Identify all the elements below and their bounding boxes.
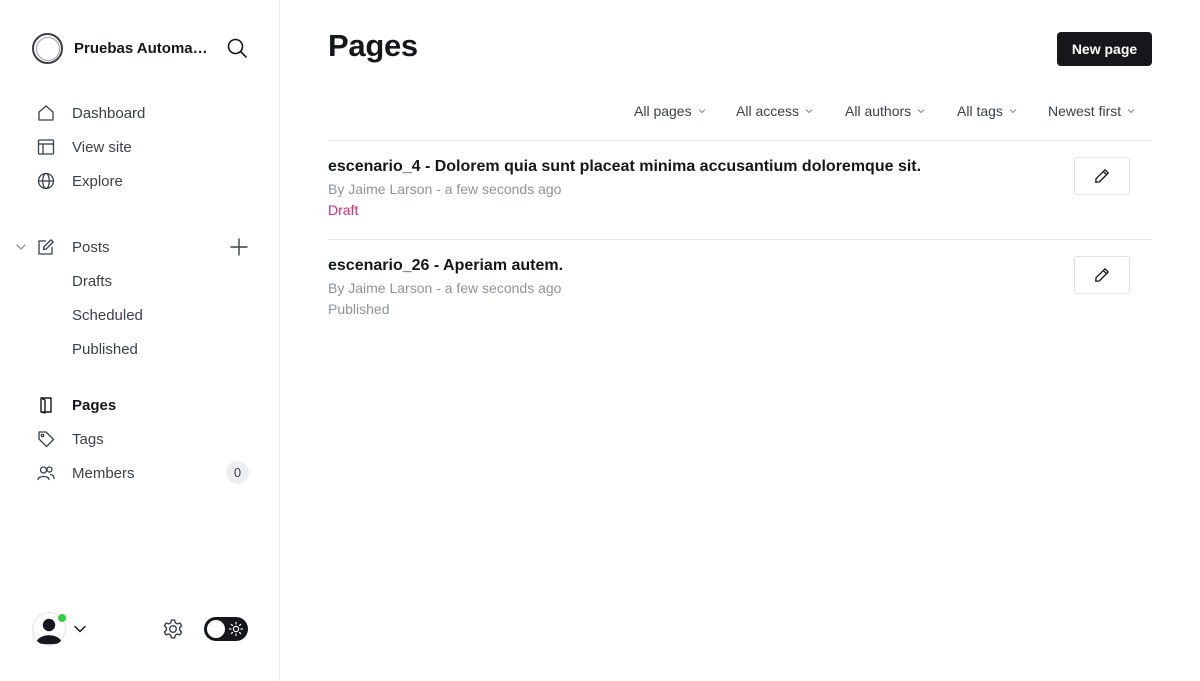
view-site-icon — [36, 137, 56, 157]
chevron-down-icon[interactable] — [73, 622, 87, 636]
chevron-down-icon — [1127, 109, 1135, 114]
site-brand[interactable]: Pruebas Automatizadas — [32, 32, 212, 64]
nav-dashboard[interactable]: Dashboard — [36, 99, 145, 127]
pages-icon — [36, 395, 56, 415]
nav-view-site[interactable]: View site — [36, 133, 132, 161]
gear-icon[interactable] — [161, 617, 185, 641]
list-item[interactable]: escenario_26 - Aperiam autem. By Jaime L… — [328, 240, 1152, 338]
new-page-button[interactable]: New page — [1057, 32, 1152, 66]
tag-icon — [36, 429, 56, 449]
filter-tags-label: All tags — [957, 103, 1003, 119]
chevron-down-icon[interactable] — [14, 240, 28, 254]
edit-button[interactable] — [1074, 157, 1130, 195]
nav-members-label: Members — [72, 464, 135, 482]
nav-dashboard-label: Dashboard — [72, 104, 146, 122]
nav-explore-label: Explore — [72, 172, 123, 190]
home-icon — [36, 103, 56, 123]
chevron-down-icon — [917, 109, 925, 114]
nav-posts[interactable]: Posts — [36, 233, 110, 261]
toggle-knob — [207, 620, 225, 638]
members-icon — [36, 463, 56, 483]
edit-button[interactable] — [1074, 256, 1130, 294]
edit-icon — [36, 237, 56, 257]
site-logo-icon — [32, 32, 63, 64]
pencil-icon — [1095, 169, 1109, 183]
members-count-badge: 0 — [226, 461, 249, 484]
search-icon[interactable] — [226, 37, 248, 59]
nav-drafts[interactable]: Drafts — [72, 269, 112, 293]
nav-members[interactable]: Members — [36, 459, 135, 487]
status-badge: Draft — [328, 202, 359, 218]
nav-view-site-label: View site — [72, 138, 132, 156]
page-item-meta: By Jaime Larson - a few seconds ago — [328, 181, 562, 197]
nav-published[interactable]: Published — [72, 337, 138, 361]
page-item-meta: By Jaime Larson - a few seconds ago — [328, 280, 562, 296]
page-item-title: escenario_4 - Dolorem quia sunt placeat … — [328, 158, 922, 175]
filter-access[interactable]: All access — [736, 100, 813, 122]
filter-access-label: All access — [736, 103, 800, 119]
globe-icon — [36, 171, 56, 191]
sun-icon — [228, 621, 244, 637]
chevron-down-icon — [805, 109, 813, 114]
sidebar: Pruebas Automatizadas Dashboard View sit… — [0, 0, 280, 681]
filter-authors-label: All authors — [845, 103, 912, 119]
nav-explore[interactable]: Explore — [36, 167, 123, 195]
filter-type-label: All pages — [634, 103, 692, 119]
filter-order[interactable]: Newest first — [1048, 100, 1135, 122]
online-status-dot — [57, 613, 67, 623]
filter-authors[interactable]: All authors — [845, 100, 925, 122]
filter-tags[interactable]: All tags — [957, 100, 1017, 122]
filter-order-label: Newest first — [1048, 103, 1122, 119]
nav-pages-label: Pages — [72, 396, 117, 414]
page-item-title: escenario_26 - Aperiam autem. — [328, 257, 564, 274]
page-title: Pages — [328, 28, 418, 63]
list-item[interactable]: escenario_4 - Dolorem quia sunt placeat … — [328, 141, 1152, 239]
pencil-icon — [1095, 268, 1109, 282]
nav-tags-label: Tags — [72, 430, 104, 448]
plus-icon[interactable] — [229, 237, 249, 257]
filter-type[interactable]: All pages — [634, 100, 706, 122]
chevron-down-icon — [1009, 109, 1017, 114]
nav-scheduled[interactable]: Scheduled — [72, 303, 143, 327]
nav-posts-label: Posts — [72, 238, 110, 256]
nav-pages[interactable]: Pages — [36, 391, 116, 419]
site-title: Pruebas Automatizadas — [74, 39, 212, 57]
chevron-down-icon — [698, 109, 706, 114]
status-badge: Published — [328, 301, 390, 317]
theme-toggle[interactable] — [204, 617, 248, 641]
nav-tags[interactable]: Tags — [36, 425, 104, 453]
